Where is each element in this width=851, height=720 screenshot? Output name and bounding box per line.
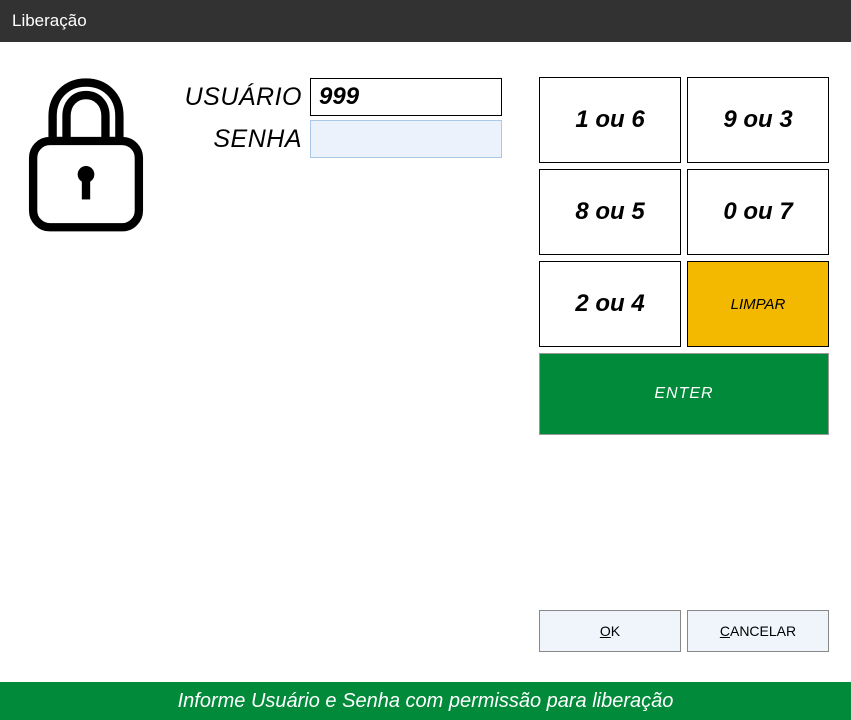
status-message: Informe Usuário e Senha com permissão pa… [178,690,674,713]
window-title: Liberação [12,11,87,31]
keypad-key-2[interactable]: 9 ou 3 [687,77,829,163]
ok-button[interactable]: OK [539,610,681,652]
status-bar: Informe Usuário e Senha com permissão pa… [0,682,851,720]
ok-accelerator: O [600,623,611,639]
cancel-button[interactable]: CANCELAR [687,610,829,652]
main-area: USUÁRIO SENHA 1 ou 6 9 ou 3 8 ou 5 0 ou … [0,42,851,682]
title-bar: Liberação [0,0,851,42]
password-label: SENHA [180,125,310,154]
password-input[interactable] [310,120,502,158]
user-label: USUÁRIO [180,83,310,112]
dialog-buttons: OK CANCELAR [539,610,829,652]
keypad-key-3[interactable]: 8 ou 5 [539,169,681,255]
keypad-key-4[interactable]: 0 ou 7 [687,169,829,255]
cancel-accelerator: C [720,623,730,639]
login-form: USUÁRIO SENHA [180,77,502,159]
lock-icon [16,77,156,242]
virtual-keypad: 1 ou 6 9 ou 3 8 ou 5 0 ou 7 2 ou 4 LIMPA… [539,77,829,435]
keypad-clear-button[interactable]: LIMPAR [687,261,829,347]
keypad-enter-button[interactable]: ENTER [539,353,829,435]
keypad-key-5[interactable]: 2 ou 4 [539,261,681,347]
user-input[interactable] [310,78,502,116]
keypad-key-1[interactable]: 1 ou 6 [539,77,681,163]
